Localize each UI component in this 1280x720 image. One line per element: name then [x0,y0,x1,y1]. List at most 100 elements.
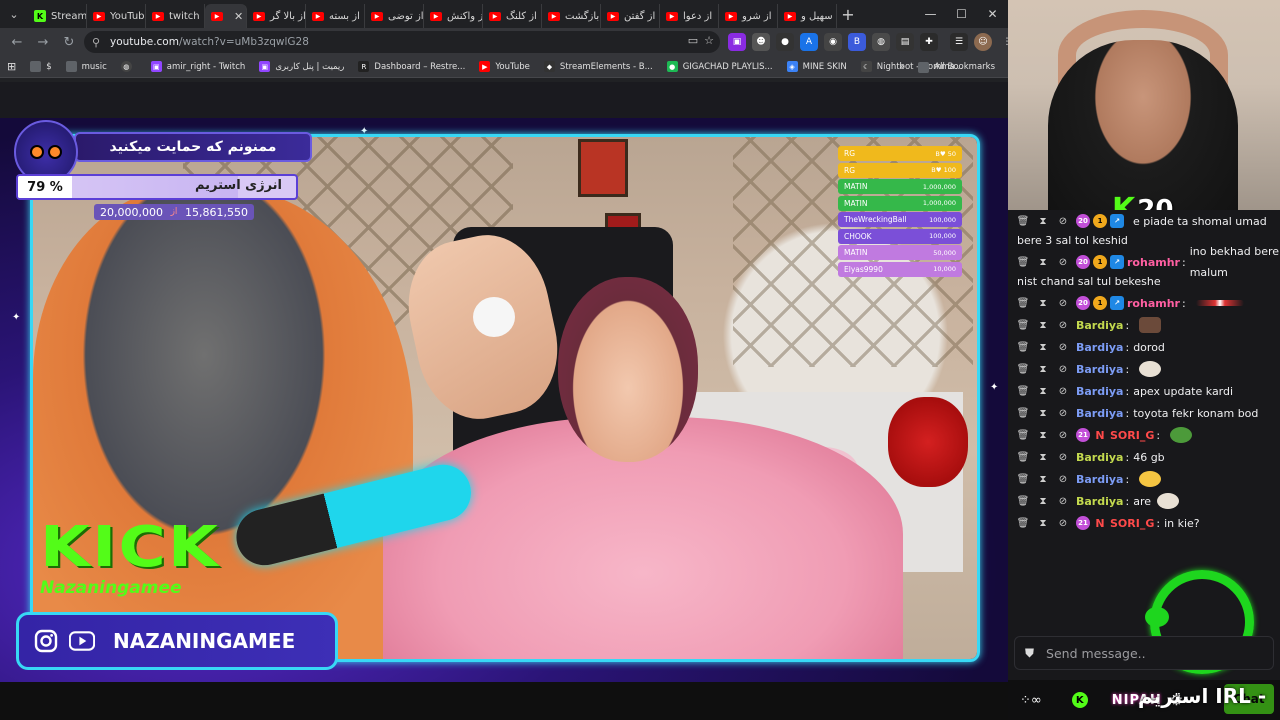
all-bookmarks[interactable]: All Bookmarks [911,56,1002,78]
chat-message[interactable]: 🗑 ⧗ ⊘ 21 N SORI_G: in kie? [1016,512,1280,534]
timeout-icon[interactable]: ⧗ [1036,494,1050,508]
chat-username[interactable]: Bardiya [1076,403,1123,424]
bookmark-overflow-icon[interactable]: » [892,56,911,78]
close-tab-icon[interactable]: ✕ [234,10,243,23]
kick-icon[interactable]: K [1071,692,1088,708]
bookmark-item[interactable]: ● GIGACHAD PLAYLIS... [660,56,780,78]
maximize-icon[interactable]: ☐ [946,0,977,28]
trash-icon[interactable]: 🗑 [1016,362,1030,376]
timeout-icon[interactable]: ⧗ [1036,428,1050,442]
trash-icon[interactable]: 🗑 [1016,296,1030,310]
browser-tab[interactable]: ▶ از گفتن [601,4,660,28]
timeout-icon[interactable]: ⧗ [1036,214,1050,228]
chat-message[interactable]: 🗑 ⧗ ⊘ 21 N SORI_G: [1016,424,1280,446]
bookmark-item[interactable]: ◈ MINE SKIN [780,56,854,78]
ban-icon[interactable]: ⊘ [1056,494,1070,508]
browser-tab[interactable]: ▶ از بسته [306,4,365,28]
reload-icon[interactable]: ↻ [56,29,82,55]
chat-username[interactable]: Bardiya [1076,469,1123,490]
chat-username[interactable]: Bardiya [1076,359,1123,380]
browser-tab[interactable]: ▶ ✕ [205,4,247,28]
chat-username[interactable]: SORI_G [1110,513,1154,534]
chat-message[interactable]: 🗑 ⧗ ⊘ Bardiya: [1016,314,1280,336]
browser-tab[interactable]: ▶ از واکنش [424,4,483,28]
browser-tab[interactable]: ▶ YouTub [87,4,146,28]
forward-icon[interactable]: → [30,29,56,55]
timeout-icon[interactable]: ⧗ [1036,450,1050,464]
timeout-icon[interactable]: ⧗ [1036,318,1050,332]
browser-tab[interactable]: ▶ از کلنگ [483,4,542,28]
chat-username[interactable]: Bardiya [1076,447,1123,468]
chat-message[interactable]: 🗑 ⧗ ⊘ 20 1 ↗ rohamhr: [1016,292,1280,314]
extension-puzzle-a-icon[interactable]: ◉ [824,33,842,51]
bookmark-star-icon[interactable]: ☆ [704,34,714,47]
bookmark-item[interactable]: R Dashboard – Restre... [351,56,472,78]
ban-icon[interactable]: ⊘ [1056,450,1070,464]
back-icon[interactable]: ← [4,29,30,55]
bookmark-item[interactable]: $ [23,56,58,78]
chat-message[interactable]: 🗑 ⧗ ⊘ Bardiya: toyota fekr konam bod [1016,402,1280,424]
timeout-icon[interactable]: ⧗ [1036,340,1050,354]
extension-circle-icon[interactable]: ◍ [872,33,890,51]
trash-icon[interactable]: 🗑 [1016,450,1030,464]
trash-icon[interactable]: 🗑 [1016,516,1030,530]
chat-username[interactable]: Bardiya [1076,381,1123,402]
bookmark-item[interactable]: ◍ [114,56,144,78]
chat-username[interactable]: Bardiya [1076,491,1123,512]
extension-face-icon[interactable]: ☻ [752,33,770,51]
trash-icon[interactable]: 🗑 [1016,494,1030,508]
extensions-puzzle-icon[interactable]: ✚ [920,33,938,51]
extension-b-icon[interactable]: B [848,33,866,51]
bookmark-item[interactable]: ◆ StreamElements - B... [537,56,660,78]
trash-icon[interactable]: 🗑 [1016,428,1030,442]
cast-icon[interactable]: ▭ [688,34,698,47]
address-bar[interactable]: ⚲ youtube.com/watch?v=uMb3zqwlG28 ▭ ☆ [84,31,720,53]
trash-icon[interactable]: 🗑 [1016,214,1030,228]
timeout-icon[interactable]: ⧗ [1036,255,1050,269]
site-info-icon[interactable]: ⚲ [92,36,108,49]
ban-icon[interactable]: ⊘ [1056,472,1070,486]
timeout-icon[interactable]: ⧗ [1036,362,1050,376]
bookmark-item[interactable]: ▣ amir_right - Twitch [144,56,253,78]
ban-icon[interactable]: ⊘ [1056,384,1070,398]
ban-icon[interactable]: ⊘ [1056,214,1070,228]
send-message-input[interactable]: ⛊ Send message.. [1014,636,1274,670]
browser-tab[interactable]: ▶ از بالا گر [247,4,306,28]
new-tab-button[interactable]: + [837,5,859,24]
timeout-icon[interactable]: ⧗ [1036,296,1050,310]
timeout-icon[interactable]: ⧗ [1036,406,1050,420]
bookmark-item[interactable]: music [59,56,114,78]
browser-tab[interactable]: ▶ از توضی [365,4,424,28]
video-player[interactable]: ✦ ✦ ✦ ممنونم که حمایت میکنید 79 % انرژی … [0,82,1008,682]
trash-icon[interactable]: 🗑 [1016,255,1030,269]
chat-message[interactable]: 🗑 ⧗ ⊘ 20 1 ↗ rohamhr: ino bekhad bere malum nist… [1016,245,1280,292]
ban-icon[interactable]: ⊘ [1056,516,1070,530]
ban-icon[interactable]: ⊘ [1056,362,1070,376]
timeout-icon[interactable]: ⧗ [1036,516,1050,530]
chat-message[interactable]: 🗑 ⧗ ⊘ Bardiya: [1016,358,1280,380]
settings-links-icon[interactable]: ⁘∞ [1020,693,1042,708]
extension-translate-icon[interactable]: A [800,33,818,51]
ban-icon[interactable]: ⊘ [1056,406,1070,420]
extension-badge-icon[interactable]: ● [776,33,794,51]
chat-message[interactable]: 🗑 ⧗ ⊘ Bardiya: apex update kardi [1016,380,1280,402]
minimize-icon[interactable]: — [915,0,946,28]
bookmark-item[interactable]: ▣ ریمیت | پنل کاربری [252,56,351,78]
bookmark-item[interactable]: ▶ YouTube [472,56,537,78]
extension-twitch-icon[interactable]: ▣ [728,33,746,51]
chat-username[interactable]: Bardiya [1076,315,1123,336]
browser-tab[interactable]: ▶ از دعوا [660,4,719,28]
trash-icon[interactable]: 🗑 [1016,384,1030,398]
chat-username[interactable]: rohamhr [1127,293,1180,314]
ban-icon[interactable]: ⊘ [1056,318,1070,332]
apps-grid-icon[interactable]: ⊞ [0,56,23,78]
chat-message[interactable]: 🗑 ⧗ ⊘ Bardiya: are [1016,490,1280,512]
browser-tab[interactable]: ▶ از بازگشت [542,4,601,28]
timeout-icon[interactable]: ⧗ [1036,472,1050,486]
close-window-icon[interactable]: ✕ [977,0,1008,28]
browser-tab[interactable]: K Stream [28,4,87,28]
tab-search-icon[interactable]: ⌄ [0,0,28,28]
ban-icon[interactable]: ⊘ [1056,255,1070,269]
chat-username[interactable]: SORI_G [1110,425,1154,446]
chat-message[interactable]: 🗑 ⧗ ⊘ Bardiya: dorod [1016,336,1280,358]
